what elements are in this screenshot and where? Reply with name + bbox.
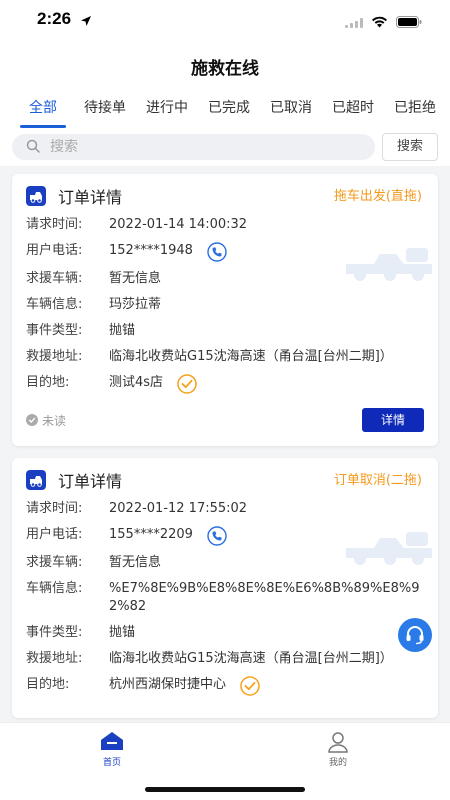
vehicle-info-value: 玛莎拉蒂 [109,297,162,312]
detail-button[interactable]: 详情 [362,408,424,432]
tow-truck-logo-icon [26,470,46,490]
page-title: 施救在线 [191,59,259,79]
profile-icon [328,732,348,753]
confirm-check-icon[interactable] [177,374,197,394]
bottom-tab-bar: 首页 我的 [0,722,450,800]
request-time-label: 请求时间: [26,501,83,516]
wifi-icon [371,13,388,32]
search-button[interactable]: 搜索 [382,133,438,161]
tab-in-progress[interactable]: 进行中 [136,90,198,128]
tabbar-item-profile[interactable]: 我的 [308,731,368,768]
phone-call-icon[interactable] [207,526,227,546]
search-field[interactable] [12,134,375,160]
read-status-label: 未读 [42,413,67,428]
card-title: 订单详情 [58,472,123,491]
phone-call-icon[interactable] [207,242,227,262]
phone-value: 152****1948 [109,243,193,258]
order-status: 拖车出发(直拖) [333,189,422,204]
phone-value: 155****2209 [109,527,193,542]
rescue-address-value: 临海北收费站G15沈海高速（甬台温[台州二期]） [109,651,393,666]
vehicle-info-label: 车辆信息: [26,297,83,312]
phone-label: 用户电话: [26,527,83,542]
nav-bar: 施救在线 [0,40,450,90]
order-card[interactable]: 订单详情 拖车出发(直拖) 请求时间: 2022-01-14 14:00:32 … [12,174,438,446]
status-time: 2:26 [37,9,72,28]
search-icon [26,138,40,157]
vehicle-label: 求援车辆: [26,271,83,286]
tab-timeout[interactable]: 已超时 [322,90,384,128]
request-time-row: 请求时间: 2022-01-12 17:55:02 [26,500,424,518]
destination-row: 目的地: 测试4s店 [26,374,424,394]
tabbar-label-profile: 我的 [328,758,347,768]
event-type-label: 事件类型: [26,625,83,640]
vehicle-info-row: 车辆信息: 玛莎拉蒂 [26,296,424,314]
destination-row: 目的地: 杭州西湖保时捷中心 [26,676,424,696]
event-type-value: 抛锚 [109,625,136,640]
order-list[interactable]: 订单详情 拖车出发(直拖) 请求时间: 2022-01-14 14:00:32 … [0,166,450,722]
card-title: 订单详情 [58,188,123,207]
home-indicator [145,787,305,792]
tabbar-label-home: 首页 [102,758,121,768]
rescue-address-label: 救援地址: [26,349,83,364]
event-type-row: 事件类型: 抛锚 [26,322,424,340]
tab-completed[interactable]: 已完成 [198,90,260,128]
tab-all[interactable]: 全部 [12,90,74,128]
request-time-value: 2022-01-12 17:55:02 [109,501,248,516]
search-bar: 搜索 [0,128,450,166]
vehicle-info-label: 车辆信息: [26,581,83,596]
tab-rejected[interactable]: 已拒绝 [384,90,446,128]
vehicle-info-row: 车辆信息: %E7%8E%9B%E8%8E%8E%E6%8B%89%E8%92%… [26,580,424,616]
phone-row: 用户电话: 152****1948 [26,242,424,262]
search-input[interactable] [50,139,340,155]
confirm-check-icon[interactable] [240,676,260,696]
destination-label: 目的地: [26,677,70,692]
customer-service-button[interactable] [398,618,432,652]
event-type-label: 事件类型: [26,323,83,338]
event-type-row: 事件类型: 抛锚 [26,624,424,642]
request-time-row: 请求时间: 2022-01-14 14:00:32 [26,216,424,234]
tab-cancelled[interactable]: 已取消 [260,90,322,128]
destination-value: 测试4s店 [109,375,164,390]
request-time-label: 请求时间: [26,217,83,232]
event-type-value: 抛锚 [109,323,136,338]
location-arrow-icon [80,12,92,31]
phone-row: 用户电话: 155****2209 [26,526,424,546]
vehicle-info-value: %E7%8E%9B%E8%8E%8E%E6%8B%89%E8%92%82 [109,581,420,614]
order-status: 订单取消(二拖) [333,473,422,488]
vehicle-value: 暂无信息 [109,271,162,286]
rescue-address-value: 临海北收费站G15沈海高速（甬台温[台州二期]） [109,349,393,364]
vehicle-row: 求援车辆: 暂无信息 [26,554,424,572]
battery-icon [396,13,422,32]
home-icon [101,732,123,750]
phone-label: 用户电话: [26,243,83,258]
rescue-address-row: 救援地址: 临海北收费站G15沈海高速（甬台温[台州二期]） [26,650,424,668]
request-time-value: 2022-01-14 14:00:32 [109,217,248,232]
rescue-address-label: 救援地址: [26,651,83,666]
rescue-address-row: 救援地址: 临海北收费站G15沈海高速（甬台温[台州二期]） [26,348,424,366]
vehicle-row: 求援车辆: 暂无信息 [26,270,424,288]
destination-label: 目的地: [26,375,70,390]
headset-icon [406,626,424,645]
tab-pending[interactable]: 待接单 [74,90,136,128]
order-card[interactable]: 订单详情 订单取消(二拖) 请求时间: 2022-01-12 17:55:02 … [12,458,438,718]
check-circle-icon [26,414,38,426]
destination-value: 杭州西湖保时捷中心 [109,677,227,692]
status-bar: 2:26 [0,0,450,40]
tabbar-item-home[interactable]: 首页 [82,731,142,768]
order-status-tabs: 全部 待接单 进行中 已完成 已取消 已超时 已拒绝 [0,90,450,128]
tow-truck-logo-icon [26,186,46,206]
vehicle-label: 求援车辆: [26,555,83,570]
vehicle-value: 暂无信息 [109,555,162,570]
read-status: 未读 [26,412,66,429]
signal-icon [345,13,363,32]
